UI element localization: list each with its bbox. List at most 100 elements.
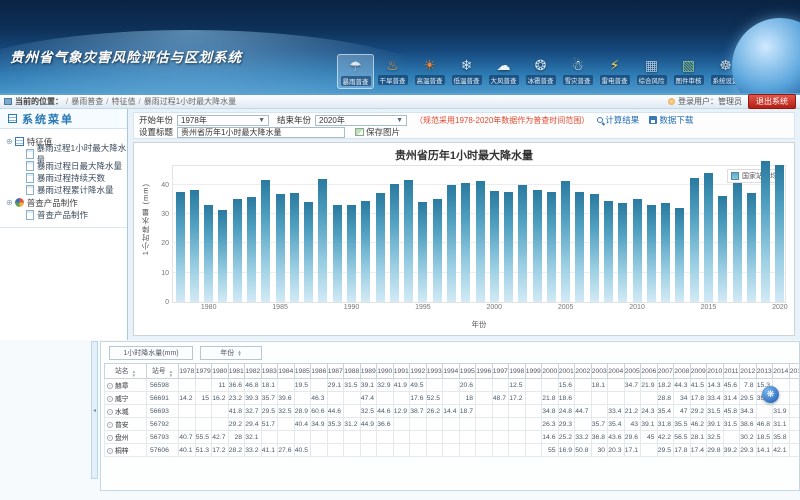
value-cell-1996 (476, 392, 493, 405)
chart-title-input[interactable] (177, 127, 345, 138)
col-header-year-1999[interactable]: 1999 (525, 364, 542, 379)
radio-button[interactable] (107, 409, 113, 415)
floating-service-button[interactable]: ❋ (762, 386, 779, 403)
nav-item-gale[interactable]: ☁大风普查 (485, 54, 522, 89)
expander-icon[interactable]: ⊕ (6, 198, 13, 207)
breadcrumb-item[interactable]: 特征值 (111, 97, 135, 106)
col-header-year-1979[interactable]: 1979 (195, 364, 212, 379)
col-header-station-name[interactable]: 站名▲▼ (105, 364, 147, 379)
nav-item-map-review[interactable]: ▧图件审核 (670, 54, 707, 89)
value-cell-2008: 56.5 (674, 431, 691, 444)
col-header-year-1994[interactable]: 1994 (443, 364, 460, 379)
col-header-year-2014[interactable]: 2014 (773, 364, 790, 379)
nav-item-hail[interactable]: ❂冰雹普查 (522, 54, 559, 89)
col-header-year-1987[interactable]: 1987 (327, 364, 344, 379)
value-cell-1985 (294, 431, 311, 444)
save-image-button[interactable]: 保存图片 (355, 126, 400, 138)
col-header-year-2006[interactable]: 2006 (641, 364, 658, 379)
end-year-select[interactable]: 2020年 ▼ (315, 115, 407, 126)
col-header-year-1989[interactable]: 1989 (360, 364, 377, 379)
breadcrumb-item[interactable]: 暴雨普查 (71, 97, 103, 106)
logout-button[interactable]: 退出系统 (748, 94, 796, 109)
col-header-year-2003[interactable]: 2003 (591, 364, 608, 379)
col-header-year-1980[interactable]: 1980 (212, 364, 229, 379)
value-cell-1996 (476, 405, 493, 418)
panel-collapse-handle[interactable]: ◂ (91, 341, 98, 479)
col-header-year-1997[interactable]: 1997 (492, 364, 509, 379)
col-header-year-2013[interactable]: 2013 (756, 364, 773, 379)
value-cell-1999 (525, 392, 542, 405)
sort-desc-icon[interactable]: ▼ (169, 374, 173, 378)
year-sort-box[interactable]: 年份 ▲▼ (200, 346, 262, 360)
station-name: 水城 (115, 409, 129, 416)
col-header-year-1995[interactable]: 1995 (459, 364, 476, 379)
radio-button[interactable] (107, 435, 113, 441)
value-cell-2013: 18.5 (756, 431, 773, 444)
col-header-year-2009[interactable]: 2009 (690, 364, 707, 379)
breadcrumb-item[interactable]: 暴雨过程1小时最大降水量 (144, 97, 236, 106)
col-header-year-1982[interactable]: 1982 (245, 364, 262, 379)
value-cell-1988 (344, 392, 361, 405)
col-header-station-id[interactable]: 站号▲▼ (147, 364, 179, 379)
col-header-year-1981[interactable]: 1981 (228, 364, 245, 379)
radio-button[interactable] (107, 383, 113, 389)
sidebar-tree-item[interactable]: 暴雨过程持续天数 (6, 172, 127, 184)
col-header-year-1991[interactable]: 1991 (393, 364, 410, 379)
col-header-year-2002[interactable]: 2002 (575, 364, 592, 379)
value-cell-2007: 18.2 (657, 379, 674, 392)
nav-item-snow[interactable]: ☃雪灾普查 (559, 54, 596, 89)
nav-item-drought[interactable]: ♨干旱普查 (374, 54, 411, 89)
nav-item-rainstorm[interactable]: ☂暴雨普查 (337, 54, 374, 89)
nav-item-high-temp[interactable]: ☀高温普查 (411, 54, 448, 89)
col-header-year-1990[interactable]: 1990 (377, 364, 394, 379)
col-header-year-1988[interactable]: 1988 (344, 364, 361, 379)
col-header-year-1978[interactable]: 1978 (179, 364, 196, 379)
sidebar-tree-item[interactable]: 暴雨过程累计降水量 (6, 184, 127, 196)
col-header-year-2015[interactable]: 2015 (789, 364, 800, 379)
sidebar-tree-item[interactable]: 暴雨过程日最大降水量 (6, 160, 127, 172)
radio-button[interactable] (107, 396, 113, 402)
nav-item-low-temp[interactable]: ❄低温普查 (448, 54, 485, 89)
col-header-year-1992[interactable]: 1992 (410, 364, 427, 379)
col-header-year-1983[interactable]: 1983 (261, 364, 278, 379)
col-header-year-2001[interactable]: 2001 (558, 364, 575, 379)
legend-swatch (731, 172, 739, 180)
value-cell-1983: 51.7 (261, 418, 278, 431)
nav-item-lightning[interactable]: ⚡雷电普查 (596, 54, 633, 89)
nav-item-overall-risk[interactable]: ▦综合风险 (633, 54, 670, 89)
calculate-button[interactable]: 计算结果 (597, 114, 639, 126)
col-header-year-2010[interactable]: 2010 (707, 364, 724, 379)
col-header-year-2007[interactable]: 2007 (657, 364, 674, 379)
col-header-year-1985[interactable]: 1985 (294, 364, 311, 379)
col-header-year-1986[interactable]: 1986 (311, 364, 328, 379)
value-cell-1988: 31.5 (344, 379, 361, 392)
start-year-select[interactable]: 1978年 ▼ (177, 115, 269, 126)
col-header-year-2008[interactable]: 2008 (674, 364, 691, 379)
sort-desc-icon[interactable]: ▼ (132, 374, 136, 378)
download-button[interactable]: 数据下载 (649, 114, 693, 126)
sidebar-group-2[interactable]: ⊕普查产品制作 (6, 196, 127, 209)
col-header-year-2005[interactable]: 2005 (624, 364, 641, 379)
sidebar-tree-item[interactable]: 暴雨过程1小时最大降水量 (6, 148, 127, 160)
radio-button[interactable] (107, 422, 113, 428)
value-cell-1995: 18 (459, 392, 476, 405)
sidebar-tree-item[interactable]: 普查产品制作 (6, 209, 127, 221)
value-cell-1990 (377, 431, 394, 444)
col-header-year-1993[interactable]: 1993 (426, 364, 443, 379)
low-temp-icon: ❄ (461, 56, 473, 74)
radio-button[interactable] (107, 448, 113, 454)
col-header-year-1984[interactable]: 1984 (278, 364, 295, 379)
bar-2017 (733, 183, 742, 302)
col-header-year-1996[interactable]: 1996 (476, 364, 493, 379)
expander-icon[interactable]: ⊕ (6, 137, 13, 146)
col-header-year-2011[interactable]: 2011 (723, 364, 740, 379)
sidebar-tree: ⊕特征值暴雨过程1小时最大降水量暴雨过程日最大降水量暴雨过程持续天数暴雨过程累计… (0, 129, 127, 221)
col-header-year-2004[interactable]: 2004 (608, 364, 625, 379)
col-header-year-2012[interactable]: 2012 (740, 364, 757, 379)
value-filter-box[interactable]: 1小时降水量(mm) (109, 346, 193, 360)
col-header-year-2000[interactable]: 2000 (542, 364, 559, 379)
sidebar: 系统菜单 ⊕特征值暴雨过程1小时最大降水量暴雨过程日最大降水量暴雨过程持续天数暴… (0, 109, 128, 340)
value-cell-2009: 29.2 (690, 405, 707, 418)
query-toolbar: 开始年份 1978年 ▼ 结束年份 2020年 ▼ （规范采用1978-2020… (133, 112, 795, 139)
col-header-year-1998[interactable]: 1998 (509, 364, 526, 379)
